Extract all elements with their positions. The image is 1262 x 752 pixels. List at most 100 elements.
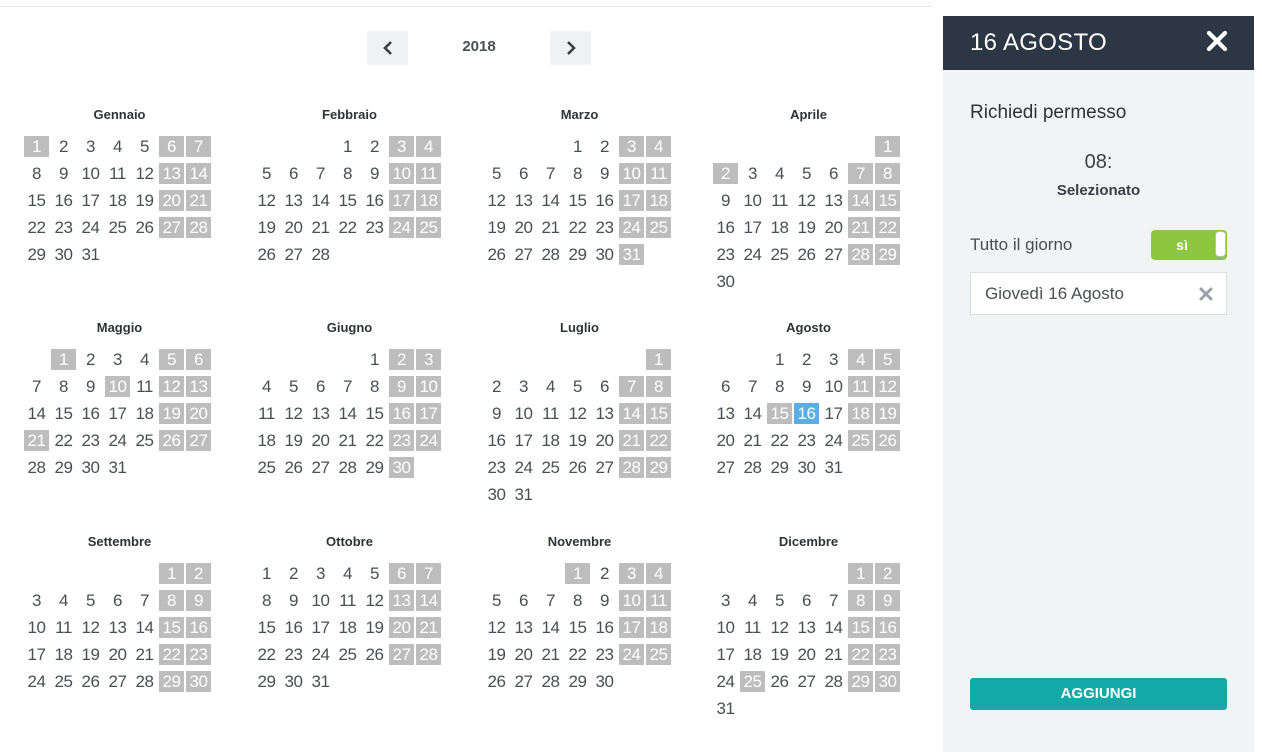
calendar-day[interactable]: 20 — [821, 217, 846, 238]
calendar-day[interactable]: 27 — [821, 244, 846, 265]
calendar-day[interactable]: 29 — [875, 244, 900, 265]
calendar-day[interactable]: 7 — [24, 376, 49, 397]
calendar-day[interactable]: 29 — [159, 671, 184, 692]
calendar-day[interactable]: 27 — [592, 457, 617, 478]
calendar-day[interactable]: 27 — [713, 457, 738, 478]
calendar-day[interactable]: 22 — [24, 217, 49, 238]
calendar-day[interactable]: 14 — [619, 403, 644, 424]
calendar-day[interactable]: 22 — [767, 430, 792, 451]
calendar-day[interactable]: 20 — [592, 430, 617, 451]
calendar-day[interactable]: 6 — [511, 163, 536, 184]
calendar-day[interactable]: 9 — [484, 403, 509, 424]
calendar-day[interactable]: 3 — [308, 563, 333, 584]
calendar-day[interactable]: 15 — [24, 190, 49, 211]
calendar-day[interactable]: 16 — [592, 617, 617, 638]
calendar-day[interactable]: 9 — [186, 590, 211, 611]
calendar-day[interactable]: 4 — [848, 349, 873, 370]
calendar-day[interactable]: 14 — [538, 190, 563, 211]
calendar-day[interactable]: 21 — [186, 190, 211, 211]
calendar-day[interactable]: 16 — [389, 403, 414, 424]
calendar-day[interactable]: 1 — [565, 563, 590, 584]
calendar-day[interactable]: 12 — [159, 376, 184, 397]
calendar-day[interactable]: 13 — [105, 617, 130, 638]
close-panel-button[interactable] — [1204, 28, 1230, 54]
calendar-day[interactable]: 12 — [875, 376, 900, 397]
calendar-day[interactable]: 20 — [389, 617, 414, 638]
calendar-day[interactable]: 10 — [416, 376, 441, 397]
calendar-day[interactable]: 13 — [159, 163, 184, 184]
calendar-day[interactable]: 21 — [821, 644, 846, 665]
calendar-day[interactable]: 18 — [132, 403, 157, 424]
calendar-day[interactable]: 21 — [24, 430, 49, 451]
calendar-day[interactable]: 23 — [51, 217, 76, 238]
calendar-day[interactable]: 21 — [848, 217, 873, 238]
calendar-day[interactable]: 25 — [538, 457, 563, 478]
calendar-day[interactable]: 8 — [362, 376, 387, 397]
calendar-day[interactable]: 3 — [416, 349, 441, 370]
calendar-day[interactable]: 5 — [484, 163, 509, 184]
calendar-day[interactable]: 26 — [767, 671, 792, 692]
calendar-day[interactable]: 12 — [362, 590, 387, 611]
calendar-day[interactable]: 11 — [646, 163, 671, 184]
calendar-day[interactable]: 24 — [416, 430, 441, 451]
calendar-day[interactable]: 12 — [78, 617, 103, 638]
calendar-day[interactable]: 5 — [767, 590, 792, 611]
calendar-day[interactable]: 2 — [389, 349, 414, 370]
calendar-day[interactable]: 6 — [389, 563, 414, 584]
calendar-day[interactable]: 12 — [281, 403, 306, 424]
calendar-day[interactable]: 20 — [105, 644, 130, 665]
calendar-day[interactable]: 3 — [511, 376, 536, 397]
calendar-day[interactable]: 14 — [740, 403, 765, 424]
calendar-day[interactable]: 17 — [105, 403, 130, 424]
calendar-day[interactable]: 1 — [767, 349, 792, 370]
calendar-day[interactable]: 23 — [592, 644, 617, 665]
calendar-day[interactable]: 27 — [794, 671, 819, 692]
calendar-day[interactable]: 8 — [875, 163, 900, 184]
calendar-day[interactable]: 19 — [281, 430, 306, 451]
calendar-day[interactable]: 1 — [875, 136, 900, 157]
calendar-day[interactable]: 8 — [335, 163, 360, 184]
calendar-day[interactable]: 4 — [538, 376, 563, 397]
calendar-day[interactable]: 22 — [565, 217, 590, 238]
calendar-day[interactable]: 24 — [713, 671, 738, 692]
calendar-day[interactable]: 10 — [78, 163, 103, 184]
calendar-day[interactable]: 11 — [538, 403, 563, 424]
calendar-day[interactable]: 17 — [389, 190, 414, 211]
calendar-day[interactable]: 23 — [484, 457, 509, 478]
calendar-day[interactable]: 19 — [484, 644, 509, 665]
selected-date-field[interactable]: Giovedì 16 Agosto — [970, 272, 1227, 315]
calendar-day[interactable]: 25 — [105, 217, 130, 238]
calendar-day[interactable]: 5 — [362, 563, 387, 584]
calendar-day[interactable]: 19 — [254, 217, 279, 238]
calendar-day[interactable]: 18 — [848, 403, 873, 424]
calendar-day[interactable]: 15 — [159, 617, 184, 638]
calendar-day[interactable]: 20 — [186, 403, 211, 424]
calendar-day[interactable]: 4 — [767, 163, 792, 184]
calendar-day[interactable]: 15 — [565, 190, 590, 211]
calendar-day[interactable]: 16 — [484, 430, 509, 451]
calendar-day[interactable]: 8 — [51, 376, 76, 397]
calendar-day[interactable]: 9 — [389, 376, 414, 397]
calendar-day[interactable]: 29 — [51, 457, 76, 478]
calendar-day[interactable]: 8 — [565, 163, 590, 184]
calendar-day[interactable]: 29 — [565, 244, 590, 265]
calendar-day[interactable]: 23 — [875, 644, 900, 665]
calendar-day[interactable]: 28 — [335, 457, 360, 478]
calendar-day[interactable]: 17 — [78, 190, 103, 211]
calendar-day[interactable]: 17 — [24, 644, 49, 665]
calendar-day[interactable]: 14 — [416, 590, 441, 611]
calendar-day[interactable]: 19 — [875, 403, 900, 424]
calendar-day[interactable]: 27 — [281, 244, 306, 265]
calendar-day[interactable]: 20 — [281, 217, 306, 238]
calendar-day[interactable]: 24 — [78, 217, 103, 238]
calendar-day[interactable]: 11 — [416, 163, 441, 184]
calendar-day[interactable]: 8 — [159, 590, 184, 611]
calendar-day[interactable]: 12 — [484, 617, 509, 638]
calendar-day[interactable]: 18 — [740, 644, 765, 665]
calendar-day[interactable]: 8 — [24, 163, 49, 184]
calendar-day[interactable]: 12 — [565, 403, 590, 424]
calendar-day[interactable]: 13 — [794, 617, 819, 638]
calendar-day[interactable]: 19 — [78, 644, 103, 665]
calendar-day[interactable]: 16 — [362, 190, 387, 211]
calendar-day[interactable]: 8 — [254, 590, 279, 611]
